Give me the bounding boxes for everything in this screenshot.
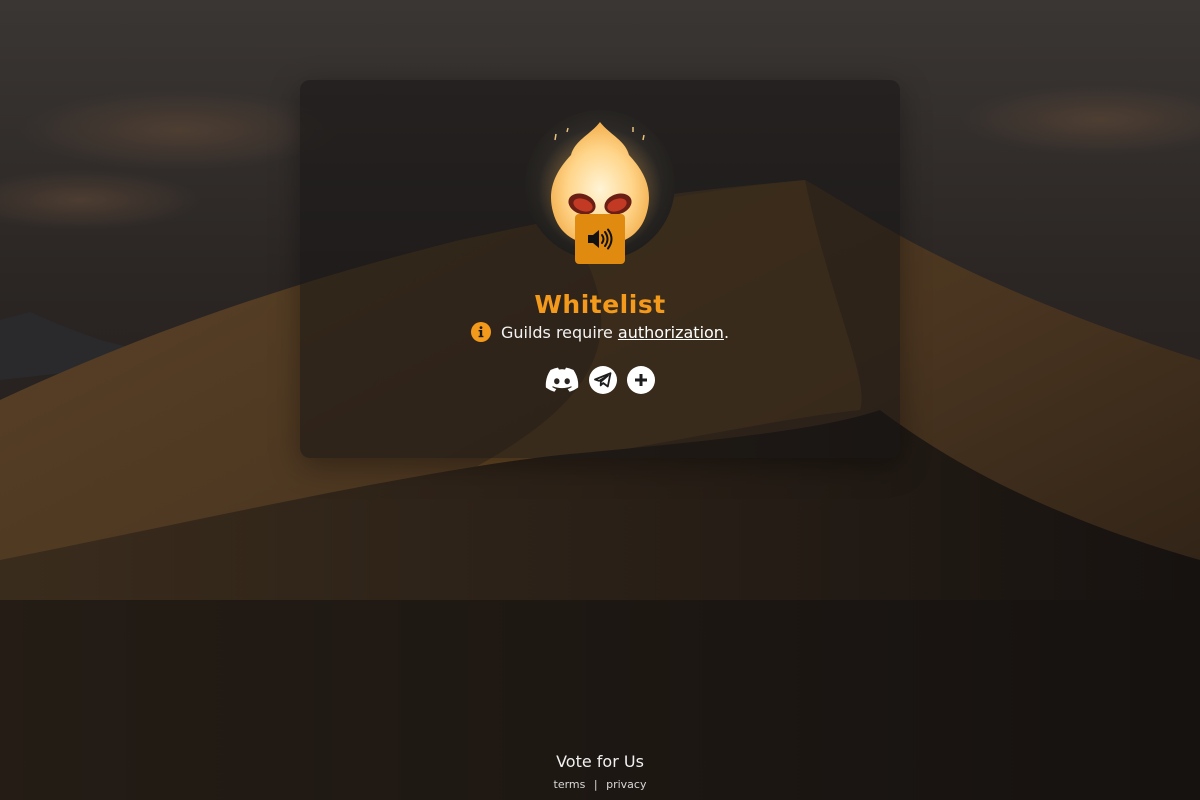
privacy-link[interactable]: privacy (606, 778, 646, 791)
plus-icon (635, 374, 647, 386)
page-title: Whitelist (534, 290, 666, 319)
whitelist-card: Whitelist Guilds require authorization . (300, 80, 900, 458)
notice-text: Guilds require (500, 322, 618, 342)
discord-button[interactable] (545, 367, 579, 393)
notice-suffix: . (723, 322, 730, 342)
authorization-link[interactable]: authorization (618, 323, 724, 342)
sound-toggle-button[interactable] (575, 214, 625, 264)
volume-icon (588, 228, 613, 250)
telegram-icon (594, 372, 612, 388)
social-links (300, 366, 900, 394)
add-button[interactable] (627, 366, 655, 394)
page-footer: Vote for Us terms | privacy (0, 752, 1200, 791)
vote-for-us-link[interactable]: Vote for Us (556, 752, 644, 771)
legal-separator: | (593, 778, 598, 791)
telegram-button[interactable] (589, 366, 617, 394)
authorization-notice: Guilds require authorization . (300, 322, 900, 342)
terms-link[interactable]: terms (554, 778, 586, 791)
legal-links: terms | privacy (0, 778, 1200, 791)
discord-icon (545, 367, 579, 392)
info-icon (470, 322, 491, 342)
